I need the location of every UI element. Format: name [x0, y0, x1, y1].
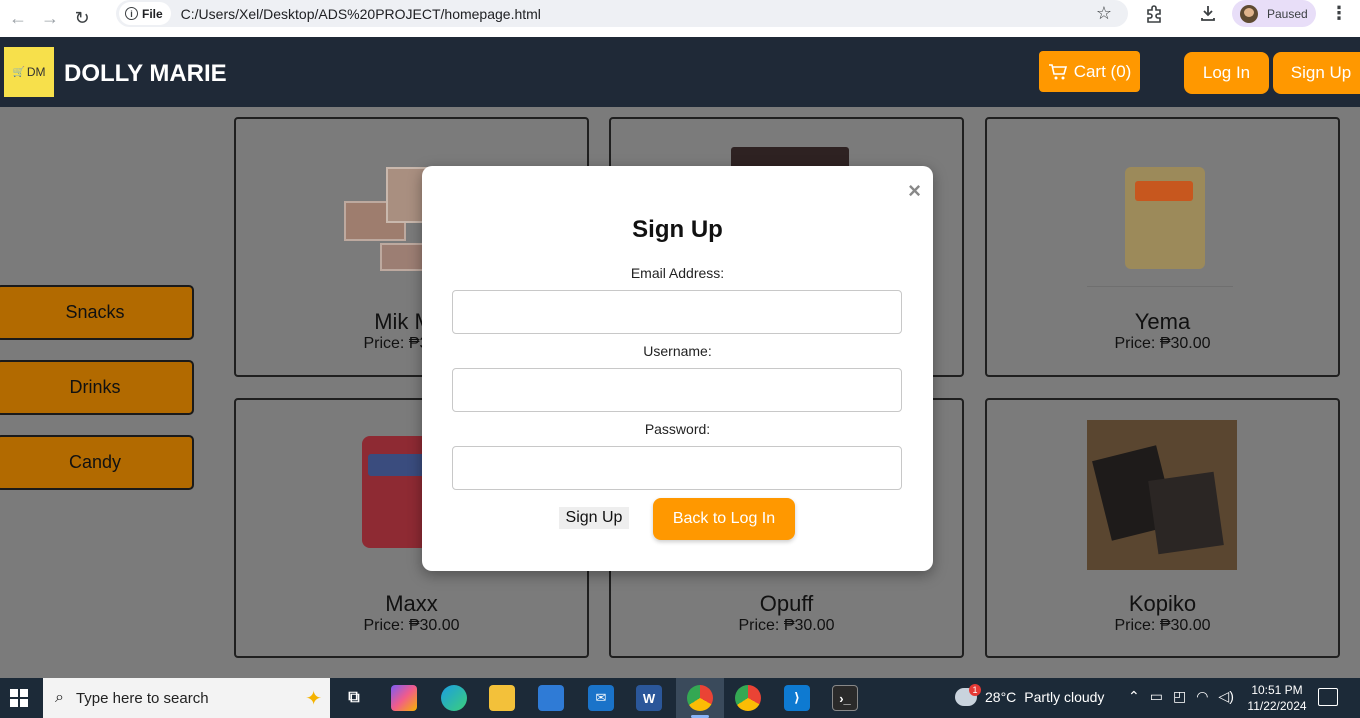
word-icon[interactable]: W	[636, 685, 662, 711]
task-view-icon[interactable]: ⧉	[341, 685, 367, 711]
product-price: Price: ₱30.00	[363, 617, 460, 634]
login-button[interactable]: Log In	[1184, 52, 1269, 94]
product-card[interactable]: Yema Price: ₱30.00	[985, 117, 1340, 377]
chevron-up-icon[interactable]: ⌃	[1128, 688, 1140, 705]
email-field[interactable]	[452, 290, 902, 334]
cart-label: Cart (0)	[1073, 61, 1132, 81]
profile-button[interactable]: Paused	[1232, 0, 1316, 27]
product-price: Price: ₱30.00	[738, 617, 835, 634]
mail-icon[interactable]: ✉	[588, 685, 614, 711]
category-drinks[interactable]: Drinks	[0, 360, 194, 415]
terminal-icon[interactable]: ›_	[832, 685, 858, 711]
product-price: Price: ₱30.00	[1114, 617, 1211, 634]
signup-button[interactable]: Sign Up	[1273, 52, 1360, 94]
bookmark-star-icon[interactable]: ☆	[1096, 3, 1112, 24]
extensions-icon[interactable]	[1144, 4, 1164, 24]
search-icon: ⌕	[55, 689, 64, 706]
chrome-icon[interactable]	[687, 685, 713, 711]
tray-app-icon[interactable]: ◰	[1173, 688, 1186, 705]
clock-date: 11/22/2024	[1247, 699, 1307, 713]
system-tray: ⌃ ▭ ◰ ◠ ◁)	[1128, 688, 1234, 705]
product-image-kopiko	[1087, 420, 1237, 570]
weather-desc: Partly cloudy	[1024, 689, 1105, 705]
username-field[interactable]	[452, 368, 902, 412]
cart-icon	[1048, 63, 1067, 79]
notification-icon[interactable]	[1318, 688, 1338, 706]
divider	[1087, 286, 1233, 287]
cart-small-icon: 🛒	[12, 66, 25, 78]
browser-toolbar: ← → ↻ i File C:/Users/Xel/Desktop/ADS%20…	[0, 0, 1360, 37]
back-arrow-icon[interactable]: ←	[4, 5, 32, 33]
username-label: Username:	[643, 343, 712, 359]
close-icon[interactable]: ×	[908, 178, 921, 204]
wifi-icon[interactable]: ◠	[1196, 688, 1208, 705]
password-field[interactable]	[452, 446, 902, 490]
taskbar: ⌕ Type here to search ✦ ⧉ ✉ W ⟩ ›_ 1 28°…	[0, 678, 1360, 718]
email-label: Email Address:	[630, 265, 725, 281]
category-candy[interactable]: Candy	[0, 435, 194, 490]
windows-start-icon[interactable]	[10, 689, 28, 707]
battery-icon[interactable]: ▭	[1150, 688, 1163, 705]
reload-icon[interactable]: ↻	[68, 5, 96, 33]
vscode-icon[interactable]: ⟩	[784, 685, 810, 711]
chrome-profile-icon[interactable]	[735, 685, 761, 711]
weather-widget[interactable]: 1 28°C Partly cloudy	[955, 684, 1105, 706]
product-card[interactable]: Kopiko Price: ₱30.00	[985, 398, 1340, 658]
product-image-yema	[1125, 167, 1205, 269]
site-header: 🛒 DM DOLLY MARIE Cart (0) Log In Sign Up	[0, 37, 1360, 107]
product-name: Kopiko	[1128, 591, 1197, 616]
file-chip-label: File	[142, 6, 163, 21]
category-snacks[interactable]: Snacks	[0, 285, 194, 340]
brand-name: DOLLY MARIE	[64, 60, 227, 87]
weather-temp: 28°C	[985, 689, 1017, 705]
product-name: Maxx	[385, 591, 438, 616]
microsoft-store-icon[interactable]	[538, 685, 564, 711]
search-placeholder: Type here to search	[75, 689, 209, 707]
browser-menu-icon[interactable]: ⋮	[1330, 3, 1348, 24]
info-icon: i	[125, 7, 138, 20]
product-price: Price: ₱30.00	[1114, 335, 1211, 352]
volume-icon[interactable]: ◁)	[1218, 688, 1233, 705]
logo-text: DM	[26, 65, 46, 79]
site-info-chip[interactable]: i File	[119, 2, 171, 25]
url-text[interactable]: C:/Users/Xel/Desktop/ADS%20PROJECT/homep…	[181, 6, 541, 22]
weather-cloud-icon: 1	[955, 684, 981, 706]
password-label: Password:	[644, 421, 711, 437]
weather-badge: 1	[969, 684, 981, 696]
back-to-login-button[interactable]: Back to Log In	[653, 498, 795, 540]
avatar	[1240, 4, 1258, 23]
copilot-icon[interactable]	[391, 685, 417, 711]
file-explorer-icon[interactable]	[489, 685, 515, 711]
modal-title: Sign Up	[632, 216, 723, 243]
clock-time: 10:51 PM	[1251, 683, 1303, 697]
edge-icon[interactable]	[441, 685, 467, 711]
clock[interactable]: 10:51 PM 11/22/2024	[1240, 682, 1314, 714]
forward-arrow-icon[interactable]: →	[36, 5, 64, 33]
cart-button[interactable]: Cart (0)	[1039, 51, 1140, 92]
sparkle-icon[interactable]: ✦	[305, 686, 322, 711]
product-name: Opuff	[759, 591, 814, 616]
signup-modal: × Sign Up Email Address: Username: Passw…	[422, 166, 933, 571]
product-name: Yema	[1134, 309, 1191, 334]
signup-submit-button[interactable]: Sign Up	[559, 507, 629, 529]
address-bar[interactable]: i File C:/Users/Xel/Desktop/ADS%20PROJEC…	[116, 0, 1128, 27]
download-icon[interactable]	[1198, 3, 1218, 23]
taskbar-search-box[interactable]: ⌕ Type here to search ✦	[43, 678, 330, 718]
site-logo[interactable]: 🛒 DM	[4, 47, 54, 97]
profile-status: Paused	[1267, 6, 1308, 21]
